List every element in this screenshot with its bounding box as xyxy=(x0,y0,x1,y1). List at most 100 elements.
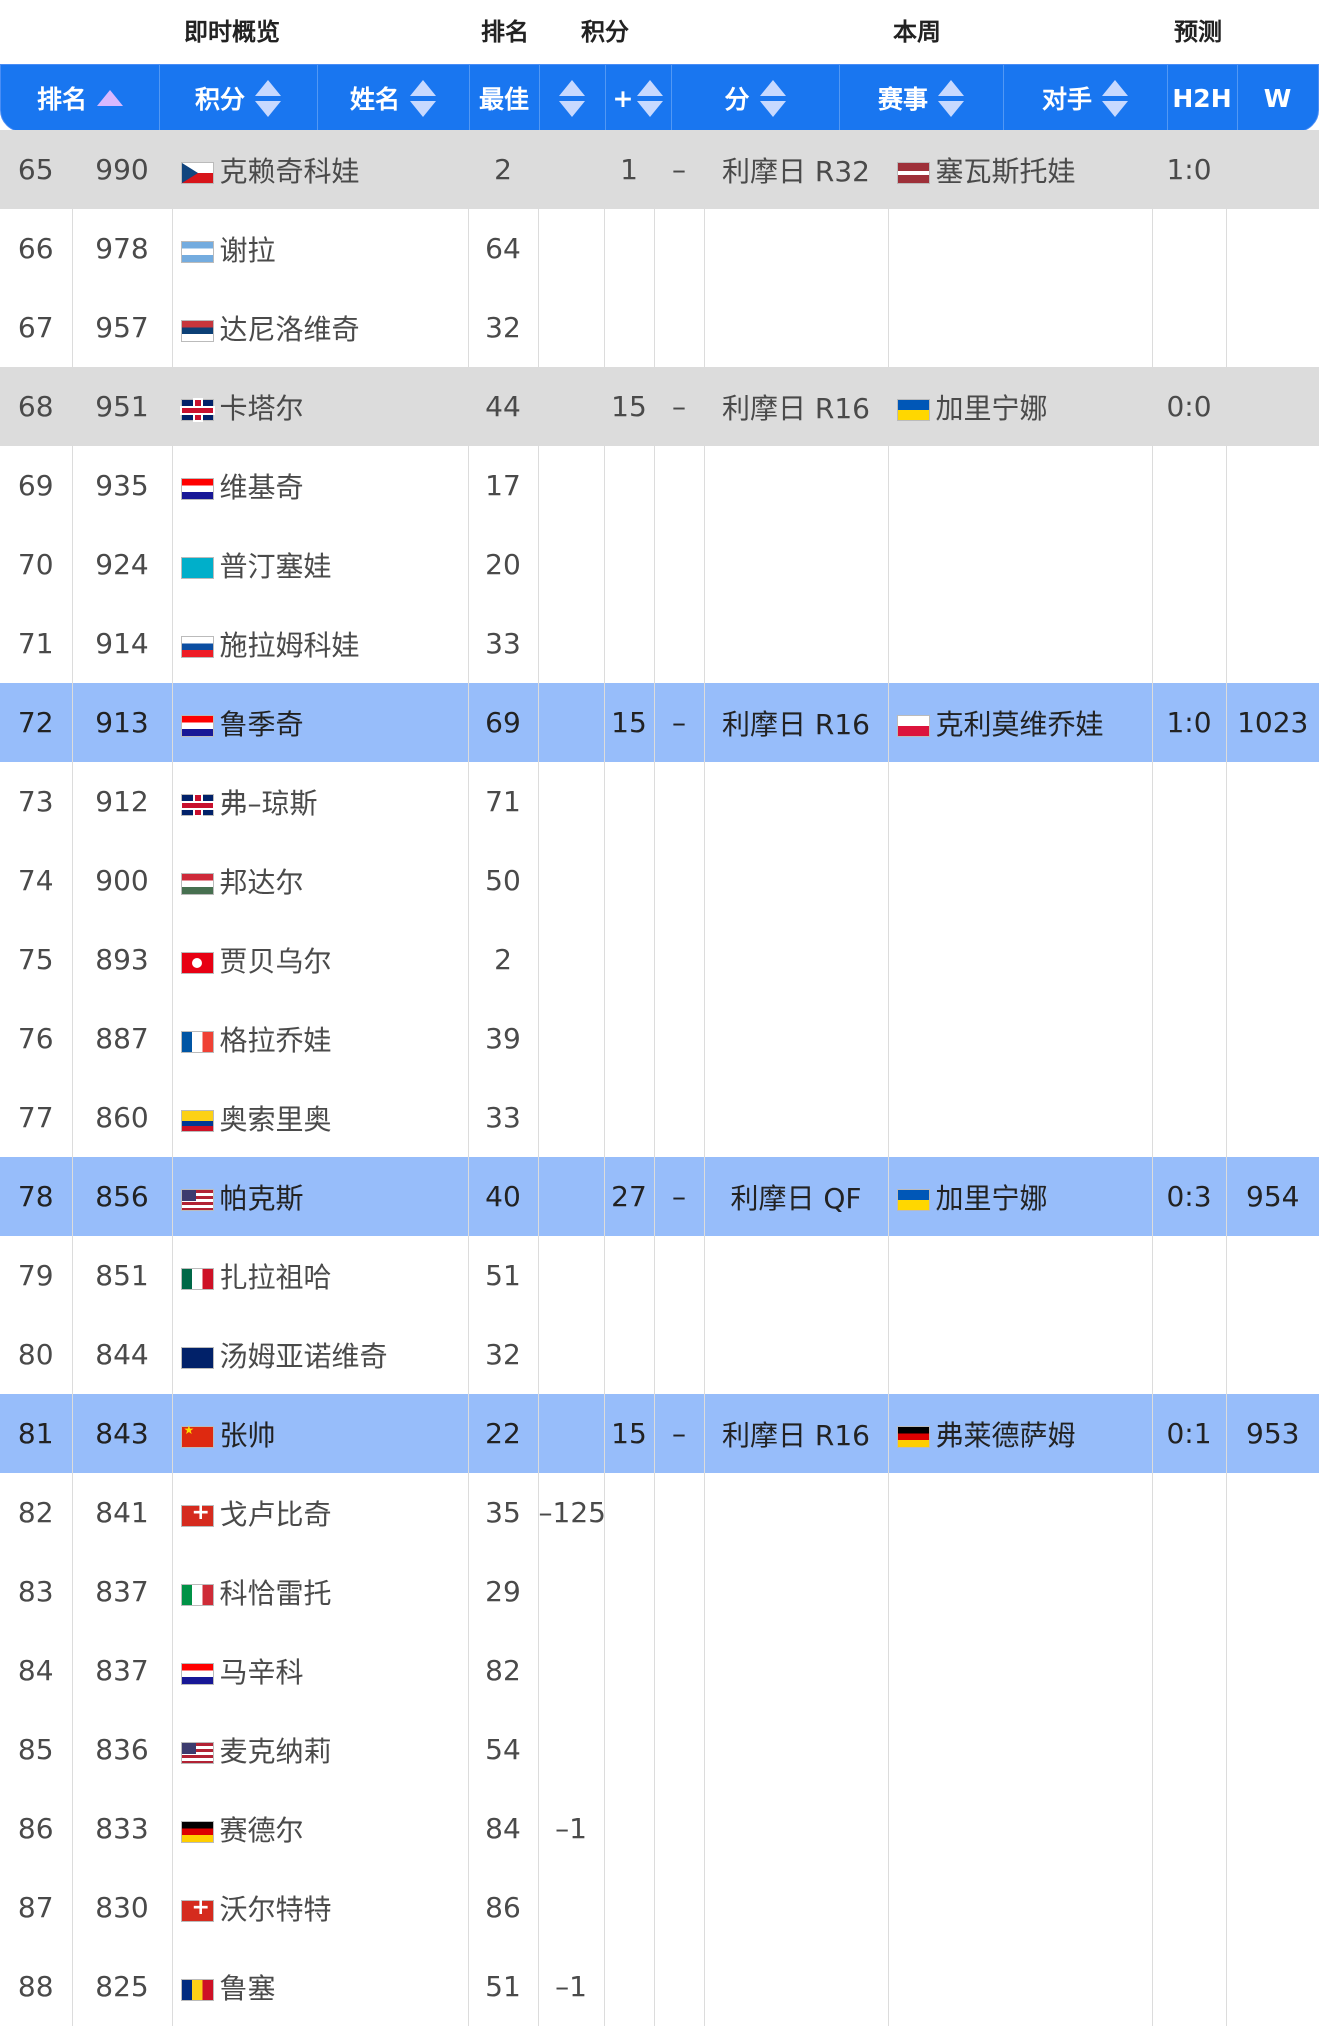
sort-event-header[interactable]: 赛事 xyxy=(839,65,1004,131)
opponent-name[interactable]: 克利莫维乔娃 xyxy=(936,708,1104,741)
sort-plus-icon[interactable] xyxy=(637,79,664,117)
sort-opponent-icon[interactable] xyxy=(1102,79,1128,117)
player-name[interactable]: 麦克纳莉 xyxy=(220,1735,332,1768)
player-name[interactable]: 鲁塞 xyxy=(220,1972,276,2005)
player-name-cell[interactable]: 鲁季奇 xyxy=(172,683,469,762)
sort-points-header[interactable]: 积分 xyxy=(159,65,318,131)
player-name[interactable]: 扎拉祖哈 xyxy=(220,1261,332,1294)
player-name[interactable]: 邦达尔 xyxy=(220,866,304,899)
sort-opponent-header[interactable]: 对手 xyxy=(1003,65,1168,131)
table-row[interactable]: 78 856 帕克斯 40 27– 利摩日 QF 加里宁娜 0:3 954 xyxy=(0,1157,1319,1236)
table-row[interactable]: 77 860 奥索里奥 33 xyxy=(0,1078,1319,1157)
player-name[interactable]: 奥索里奥 xyxy=(220,1103,332,1136)
table-row[interactable]: 65 990 克赖奇科娃 2 1– 利摩日 R32 塞瓦斯托娃 1:0 xyxy=(0,130,1319,209)
player-name-cell[interactable]: 奥索里奥 xyxy=(172,1078,469,1157)
player-name-cell[interactable]: 弗–琼斯 xyxy=(172,762,469,841)
table-row[interactable]: 79 851 扎拉祖哈 51 xyxy=(0,1236,1319,1315)
sort-plus-header[interactable]: + xyxy=(605,65,672,131)
player-name-cell[interactable]: 邦达尔 xyxy=(172,841,469,920)
opponent-cell[interactable]: 加里宁娜 xyxy=(888,367,1153,446)
player-name[interactable]: 鲁季奇 xyxy=(220,708,304,741)
player-name-cell[interactable]: 麦克纳莉 xyxy=(172,1710,469,1789)
sort-delta-icon[interactable] xyxy=(559,79,585,117)
player-name-cell[interactable]: 维基奇 xyxy=(172,446,469,525)
player-name[interactable]: 施拉姆科娃 xyxy=(220,629,360,662)
player-name[interactable]: 贾贝乌尔 xyxy=(220,945,332,978)
player-name-cell[interactable]: 汤姆亚诺维奇 xyxy=(172,1315,469,1394)
player-name[interactable]: 赛德尔 xyxy=(220,1814,304,1847)
player-name[interactable]: 谢拉 xyxy=(220,234,276,267)
table-row[interactable]: 73 912 弗–琼斯 71 xyxy=(0,762,1319,841)
opponent-cell[interactable]: 加里宁娜 xyxy=(888,1157,1153,1236)
table-row[interactable]: 68 951 卡塔尔 44 15– 利摩日 R16 加里宁娜 0:0 xyxy=(0,367,1319,446)
player-name[interactable]: 维基奇 xyxy=(220,471,304,504)
player-name[interactable]: 沃尔特特 xyxy=(220,1893,332,1926)
table-row[interactable]: 69 935 维基奇 17 xyxy=(0,446,1319,525)
table-row[interactable]: 71 914 施拉姆科娃 33 xyxy=(0,604,1319,683)
player-name-cell[interactable]: 沃尔特特 xyxy=(172,1868,469,1947)
player-name-cell[interactable]: 科恰雷托 xyxy=(172,1552,469,1631)
player-name-cell[interactable]: 张帅 xyxy=(172,1394,469,1473)
table-row[interactable]: 70 924 普汀塞娃 20 xyxy=(0,525,1319,604)
sort-rank-header[interactable]: 排名 xyxy=(1,65,160,131)
player-name[interactable]: 科恰雷托 xyxy=(220,1577,332,1610)
player-name[interactable]: 戈卢比奇 xyxy=(220,1498,332,1531)
table-row[interactable]: 87830 沃尔特特 86 xyxy=(0,1868,1319,1947)
player-name[interactable]: 克赖奇科娃 xyxy=(220,155,360,188)
player-name[interactable]: 汤姆亚诺维奇 xyxy=(220,1340,388,1373)
player-name-cell[interactable]: 普汀塞娃 xyxy=(172,525,469,604)
opponent-name[interactable]: 弗莱德萨姆 xyxy=(936,1419,1076,1452)
table-row[interactable]: 80 844 汤姆亚诺维奇 32 xyxy=(0,1315,1319,1394)
player-name-cell[interactable]: 鲁塞 xyxy=(172,1947,469,2026)
table-row[interactable]: 66 978 谢拉 64 xyxy=(0,209,1319,288)
table-row[interactable]: 88 825 鲁塞 51 –1 xyxy=(0,1947,1319,2026)
sort-w-header[interactable]: W xyxy=(1237,65,1318,131)
player-name-cell[interactable]: 卡塔尔 xyxy=(172,367,469,446)
table-row[interactable]: 76 887 格拉乔娃 39 xyxy=(0,999,1319,1078)
player-name-cell[interactable]: 达尼洛维奇 xyxy=(172,288,469,367)
player-name[interactable]: 达尼洛维奇 xyxy=(220,313,360,346)
player-name-cell[interactable]: 贾贝乌尔 xyxy=(172,920,469,999)
player-name-cell[interactable]: 马辛科 xyxy=(172,1631,469,1710)
player-name-cell[interactable]: 赛德尔 xyxy=(172,1789,469,1868)
table-row[interactable]: 74 900 邦达尔 50 xyxy=(0,841,1319,920)
table-row[interactable]: 82841 戈卢比奇 35–125 xyxy=(0,1473,1319,1552)
opponent-name[interactable]: 加里宁娜 xyxy=(936,392,1048,425)
player-name-cell[interactable]: 帕克斯 xyxy=(172,1157,469,1236)
player-name[interactable]: 马辛科 xyxy=(220,1656,304,1689)
player-name-cell[interactable]: 扎拉祖哈 xyxy=(172,1236,469,1315)
sort-rank-icon[interactable] xyxy=(97,90,123,106)
table-row[interactable]: 75 893 贾贝乌尔 2 xyxy=(0,920,1319,999)
player-name-cell[interactable]: 克赖奇科娃 xyxy=(172,130,469,209)
sort-event-icon[interactable] xyxy=(938,79,964,117)
sort-best-header[interactable]: 最佳 xyxy=(469,65,540,131)
player-name[interactable]: 格拉乔娃 xyxy=(220,1024,332,1057)
table-row[interactable]: 72 913 鲁季奇 69 15– 利摩日 R16 克利莫维乔娃 1:0 1023 xyxy=(0,683,1319,762)
player-name[interactable]: 普汀塞娃 xyxy=(220,550,332,583)
opponent-name[interactable]: 加里宁娜 xyxy=(936,1182,1048,1215)
player-name-cell[interactable]: 格拉乔娃 xyxy=(172,999,469,1078)
player-name[interactable]: 帕克斯 xyxy=(220,1182,304,1215)
player-name-cell[interactable]: 戈卢比奇 xyxy=(172,1473,469,1552)
sort-delta-header[interactable] xyxy=(539,65,606,131)
table-row[interactable]: 84 837 马辛科 82 xyxy=(0,1631,1319,1710)
opponent-cell[interactable]: 塞瓦斯托娃 xyxy=(888,130,1153,209)
table-row[interactable]: 86 833 赛德尔 84 –1 xyxy=(0,1789,1319,1868)
table-row[interactable]: 83 837 科恰雷托 29 xyxy=(0,1552,1319,1631)
table-row[interactable]: 85 836 麦克纳莉 54 xyxy=(0,1710,1319,1789)
opponent-cell[interactable]: 克利莫维乔娃 xyxy=(888,683,1153,762)
player-name-cell[interactable]: 谢拉 xyxy=(172,209,469,288)
player-name-cell[interactable]: 施拉姆科娃 xyxy=(172,604,469,683)
player-name[interactable]: 卡塔尔 xyxy=(220,392,304,425)
sort-score-header[interactable]: 分 xyxy=(671,65,840,131)
player-name[interactable]: 张帅 xyxy=(220,1419,276,1452)
opponent-name[interactable]: 塞瓦斯托娃 xyxy=(936,155,1076,188)
player-name[interactable]: 弗–琼斯 xyxy=(220,787,318,820)
sort-score-icon[interactable] xyxy=(759,79,786,117)
sort-name-icon[interactable] xyxy=(410,79,436,117)
table-row[interactable]: 81843 张帅 22 15–利摩日 R16 弗莱德萨姆 0:1953 xyxy=(0,1394,1319,1473)
sort-points-icon[interactable] xyxy=(255,79,281,117)
sort-h2h-header[interactable]: H2H xyxy=(1167,65,1238,131)
table-row[interactable]: 67 957 达尼洛维奇 32 xyxy=(0,288,1319,367)
sort-name-header[interactable]: 姓名 xyxy=(317,65,470,131)
